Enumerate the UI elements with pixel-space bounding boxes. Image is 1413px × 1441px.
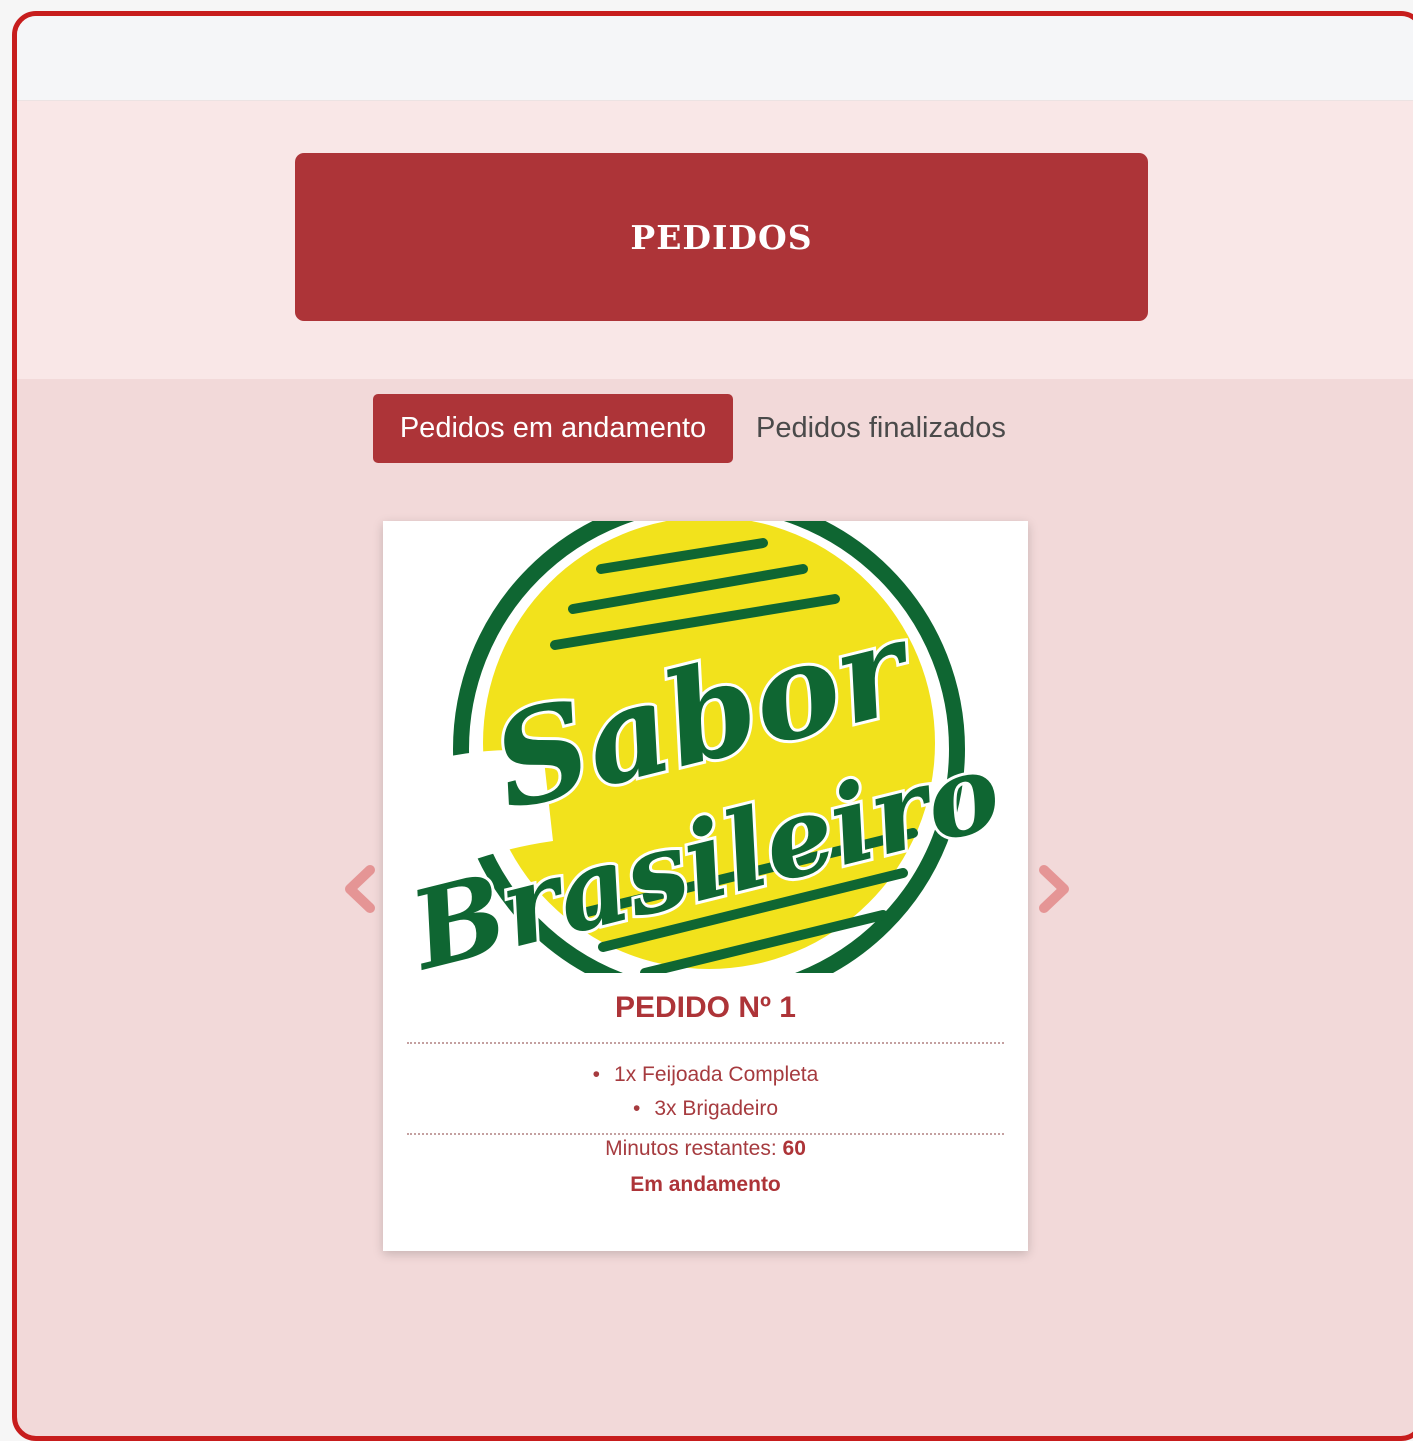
hero-section: PEDIDOS xyxy=(17,101,1413,379)
order-card: Sabor Brasileiro PEDIDO Nº 1 • 1x Feijoad… xyxy=(383,521,1028,1251)
chevron-left-icon[interactable] xyxy=(342,864,378,914)
order-items-list: • 1x Feijoada Completa • 3x Brigadeiro xyxy=(383,1058,1028,1126)
order-item-label: 1x Feijoada Completa xyxy=(614,1063,819,1086)
list-item: • 3x Brigadeiro xyxy=(632,1097,779,1120)
top-bar xyxy=(17,16,1413,101)
page-title-banner: PEDIDOS xyxy=(295,153,1148,321)
remaining-label: Minutos restantes: xyxy=(605,1137,777,1160)
tab-pedidos-finalizados[interactable]: Pedidos finalizados xyxy=(756,394,1006,463)
remaining-value: 60 xyxy=(782,1137,806,1160)
chevron-right-icon[interactable] xyxy=(1036,864,1072,914)
order-item-label: 3x Brigadeiro xyxy=(654,1097,779,1120)
divider-top xyxy=(407,1042,1004,1044)
list-item: • 1x Feijoada Completa xyxy=(592,1063,819,1086)
status-badge: Em andamento xyxy=(630,1173,781,1196)
divider-bottom xyxy=(407,1133,1004,1135)
page-title: PEDIDOS xyxy=(630,217,813,257)
order-title: PEDIDO Nº 1 xyxy=(615,991,796,1024)
sabor-brasileiro-logo: Sabor Brasileiro xyxy=(394,521,1028,973)
remaining-time: Minutos restantes: 60 xyxy=(383,1137,1028,1161)
tab-pedidos-em-andamento[interactable]: Pedidos em andamento xyxy=(373,394,733,463)
